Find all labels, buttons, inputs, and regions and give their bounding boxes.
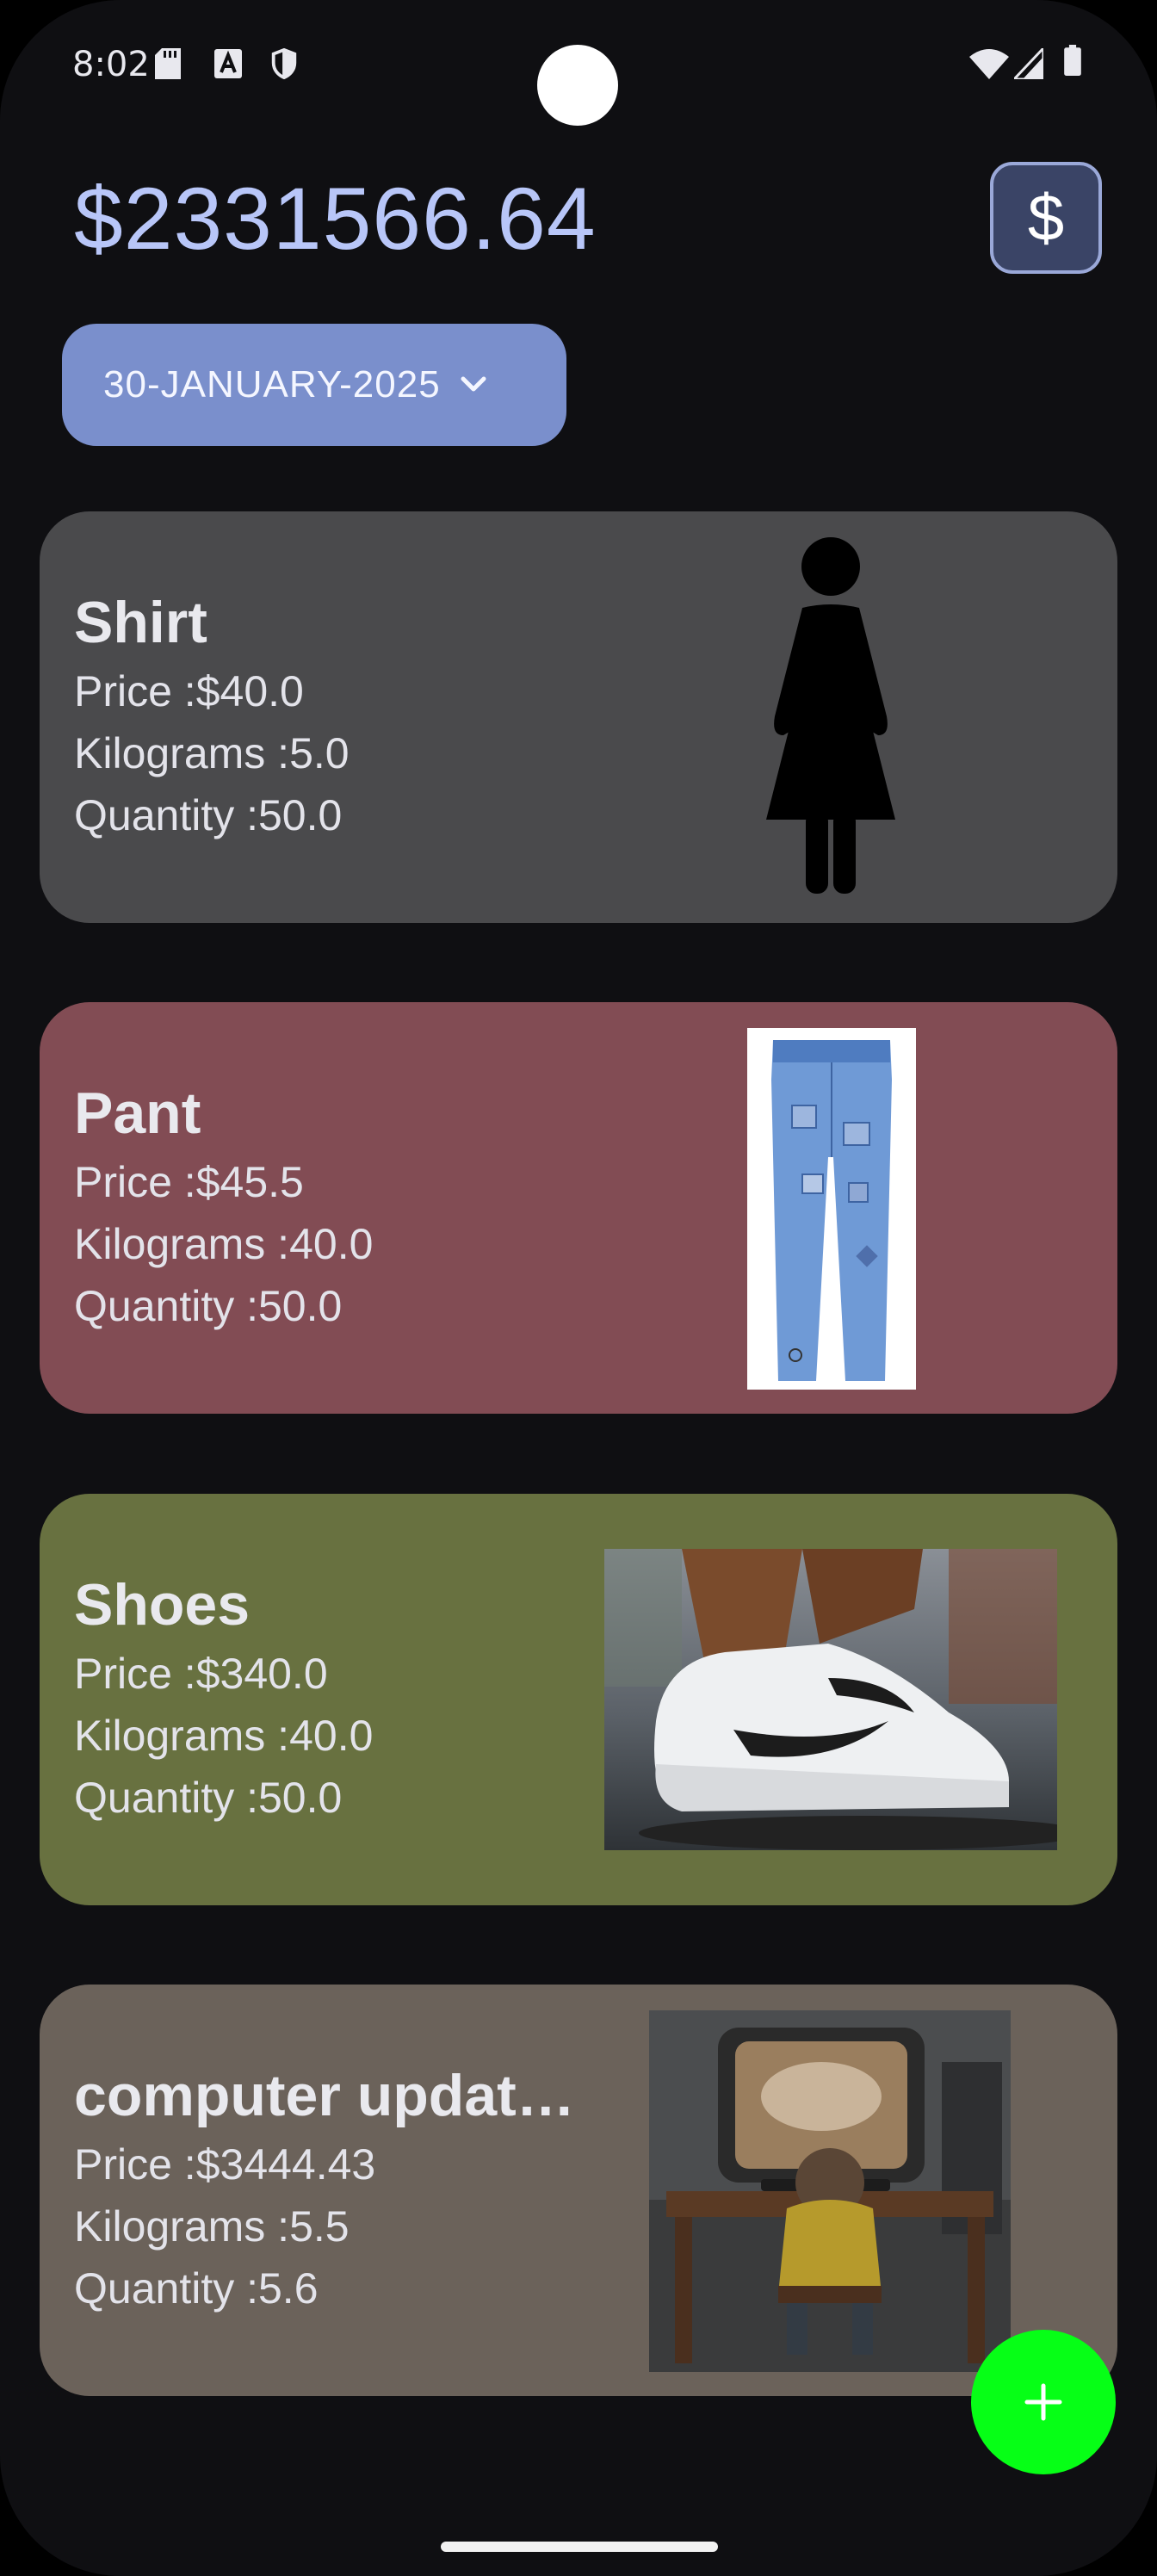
item-price: Price :$3444.43 (74, 2140, 376, 2189)
plus-icon (1024, 2383, 1062, 2421)
signal-icon (1014, 48, 1043, 79)
add-item-button[interactable] (971, 2330, 1116, 2474)
gesture-nav-handle[interactable] (441, 2542, 718, 2552)
item-quantity: Quantity :5.6 (74, 2264, 319, 2313)
sd-card-icon (155, 48, 181, 79)
item-kilograms: Kilograms :5.0 (74, 729, 350, 777)
item-quantity: Quantity :50.0 (74, 791, 343, 839)
currency-button[interactable]: $ (990, 162, 1102, 274)
item-price: Price :$40.0 (74, 667, 304, 715)
wifi-icon (969, 49, 1009, 79)
currency-button-label: $ (1027, 181, 1065, 255)
item-price: Price :$45.5 (74, 1158, 304, 1206)
item-kilograms: Kilograms :5.5 (74, 2202, 350, 2251)
status-time: 8:02 (72, 45, 150, 84)
battery-icon (1064, 45, 1081, 76)
date-label: 30-JANUARY-2025 (103, 363, 441, 406)
item-price: Price :$340.0 (74, 1650, 328, 1698)
item-quantity: Quantity :50.0 (74, 1774, 343, 1822)
sneaker-photo-image (604, 1549, 1057, 1850)
front-camera (537, 45, 618, 126)
person-silhouette-image (766, 537, 895, 894)
item-name: computer updat… (74, 2063, 575, 2128)
child-at-computer-image (649, 2010, 1011, 2372)
item-kilograms: Kilograms :40.0 (74, 1220, 374, 1268)
item-card-pant[interactable]: Pant Price :$45.5 Kilograms :40.0 Quanti… (40, 1002, 1117, 1414)
item-card-computer[interactable]: computer updat… Price :$3444.43 Kilogram… (40, 1985, 1117, 2396)
item-card-shoes[interactable]: Shoes Price :$340.0 Kilograms :40.0 Quan… (40, 1494, 1117, 1905)
shield-icon (271, 48, 297, 79)
jeans-image (747, 1028, 916, 1390)
item-name: Shoes (74, 1572, 251, 1638)
item-name: Shirt (74, 590, 207, 655)
total-balance: $2331566.64 (74, 170, 597, 268)
date-dropdown[interactable]: 30-JANUARY-2025 (62, 324, 566, 446)
item-name: Pant (74, 1081, 201, 1146)
item-kilograms: Kilograms :40.0 (74, 1712, 374, 1760)
chevron-down-icon (461, 376, 486, 392)
item-card-shirt[interactable]: Shirt Price :$40.0 Kilograms :5.0 Quanti… (40, 511, 1117, 923)
app-screen: 8:02 $2331566.64 $ 30-JANUARY-2025 Shirt… (0, 0, 1157, 2576)
a-badge-icon (214, 49, 242, 78)
item-quantity: Quantity :50.0 (74, 1282, 343, 1330)
status-bar: 8:02 (0, 0, 1157, 138)
